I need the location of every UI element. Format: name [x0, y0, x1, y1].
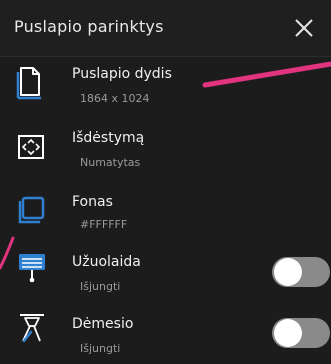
- panel-title: Puslapio parinktys: [14, 17, 164, 36]
- toggle-knob: [274, 258, 302, 286]
- option-value: Išjungti: [80, 280, 121, 293]
- page-options-panel: Puslapio parinktys Puslapio dydis 1864 x…: [0, 0, 331, 364]
- option-page-size[interactable]: Puslapio dydis 1864 x 1024: [0, 60, 331, 120]
- option-value: #FFFFFF: [80, 218, 128, 231]
- option-value: 1864 x 1024: [80, 92, 150, 105]
- option-label: Dėmesio: [72, 316, 134, 332]
- spotlight-icon: [16, 310, 52, 346]
- layout-frame-icon: [16, 130, 52, 166]
- option-label: Puslapio dydis: [72, 66, 172, 82]
- option-curtain: Užuolaida Išjungti: [0, 244, 331, 304]
- page-icon: [16, 64, 52, 100]
- close-icon: [295, 19, 313, 37]
- option-background[interactable]: Fonas #FFFFFF: [0, 184, 331, 244]
- background-icon: [16, 194, 52, 230]
- close-button[interactable]: [290, 14, 318, 42]
- spotlight-toggle[interactable]: [272, 318, 330, 348]
- option-value: Numatytas: [80, 156, 141, 169]
- option-layout[interactable]: Išdėstymą Numatytas: [0, 120, 331, 180]
- toggle-knob: [274, 319, 302, 347]
- curtain-icon: [16, 250, 52, 286]
- option-label: Užuolaida: [72, 254, 141, 270]
- curtain-toggle[interactable]: [272, 257, 330, 287]
- option-label: Fonas: [72, 194, 113, 210]
- option-value: Išjungti: [80, 342, 121, 355]
- panel-header: Puslapio parinktys: [0, 0, 331, 57]
- option-spotlight: Dėmesio Išjungti: [0, 304, 331, 364]
- option-label: Išdėstymą: [72, 130, 145, 146]
